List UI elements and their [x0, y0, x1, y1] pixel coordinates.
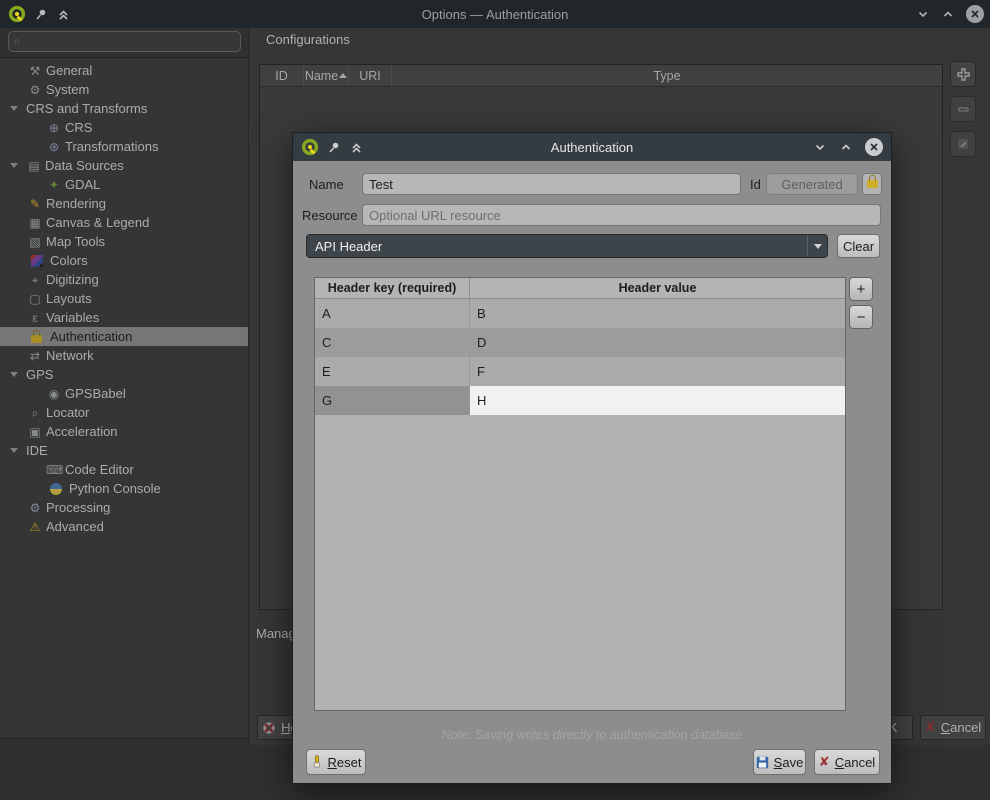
header-key-cell[interactable]: E [315, 357, 470, 386]
minimize-icon[interactable] [813, 140, 827, 154]
table-row[interactable]: C D [315, 328, 845, 357]
window-title: Options — Authentication [0, 7, 990, 22]
pin-icon[interactable] [35, 8, 48, 21]
button-label: Clear [843, 239, 874, 254]
header-value-cell[interactable]: B [470, 299, 845, 328]
id-lock-button[interactable] [862, 173, 882, 195]
button-label: Reset [328, 755, 362, 770]
save-note-text: Note: Saving writes directly to authenti… [293, 728, 891, 742]
headers-table-header: Header key (required) Header value [315, 278, 845, 299]
resource-input[interactable] [362, 204, 881, 226]
maximize-icon[interactable] [941, 7, 955, 21]
reset-button[interactable]: Reset [306, 749, 366, 775]
id-generated-field: Generated [766, 173, 858, 195]
table-row[interactable]: E F [315, 357, 845, 386]
save-button[interactable]: Save [753, 749, 806, 775]
resource-label: Resource [302, 208, 358, 223]
headers-table[interactable]: Header key (required) Header value A B C… [314, 277, 846, 711]
options-titlebar[interactable]: Options — Authentication [0, 0, 990, 28]
qgis-logo-icon [8, 5, 26, 23]
auth-method-select[interactable]: API Header [306, 234, 828, 258]
shade-up-icon[interactable] [350, 141, 363, 154]
minimize-icon[interactable] [916, 7, 930, 21]
cancel-x-icon: ✘ [819, 755, 830, 770]
header-value-cell[interactable]: D [470, 328, 845, 357]
plus-icon: + [857, 282, 866, 297]
table-row-selected[interactable]: G H [315, 386, 845, 415]
header-key-cell[interactable]: C [315, 328, 470, 357]
id-label: Id [750, 177, 761, 192]
remove-header-button[interactable]: − [849, 305, 873, 329]
lock-icon [867, 180, 878, 188]
close-icon[interactable] [865, 138, 883, 156]
button-label: Save [774, 755, 804, 770]
qgis-logo-icon [301, 138, 319, 156]
column-label: Header value [619, 281, 697, 295]
minus-icon: − [857, 310, 866, 325]
dialog-cancel-button[interactable]: ✘ Cancel [814, 749, 880, 775]
name-input[interactable] [362, 173, 741, 195]
auth-method-selected-value: API Header [315, 239, 382, 254]
save-floppy-icon [756, 756, 769, 769]
chevron-down-icon [807, 235, 827, 257]
pin-icon[interactable] [328, 141, 341, 154]
shade-up-icon[interactable] [57, 8, 70, 21]
header-key-cell[interactable]: A [315, 299, 470, 328]
header-value-cell-editing[interactable]: H [470, 386, 845, 415]
dialog-title: Authentication [293, 140, 891, 155]
add-header-button[interactable]: + [849, 277, 873, 301]
close-icon[interactable] [966, 5, 984, 23]
header-key-cell[interactable]: G [315, 386, 470, 415]
table-row[interactable]: A B [315, 299, 845, 328]
brush-icon [311, 755, 323, 769]
header-value-cell[interactable]: F [470, 357, 845, 386]
button-label: Cancel [835, 755, 875, 770]
column-label: Header key (required) [328, 281, 457, 295]
qgis-options-window: Options — Authentication ⌕ ⚒General ⚙Sys… [0, 0, 990, 800]
authentication-dialog-titlebar[interactable]: Authentication [293, 133, 891, 161]
maximize-icon[interactable] [839, 140, 853, 154]
name-label: Name [309, 177, 344, 192]
column-header-key: Header key (required) [315, 278, 470, 298]
column-header-value: Header value [470, 278, 845, 298]
authentication-dialog: Authentication Name Id Generated Resourc… [292, 132, 892, 784]
clear-button[interactable]: Clear [837, 234, 880, 258]
